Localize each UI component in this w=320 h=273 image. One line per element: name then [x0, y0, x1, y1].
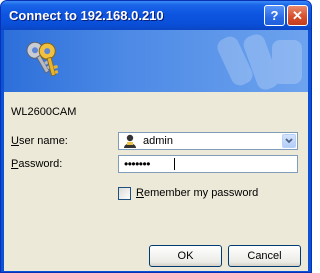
text-caret: [174, 158, 175, 170]
password-field[interactable]: •••••••: [118, 155, 298, 173]
help-button[interactable]: ?: [264, 5, 285, 26]
user-icon: [124, 134, 136, 148]
username-combobox[interactable]: admin: [118, 132, 298, 150]
chevron-down-icon: [285, 138, 293, 144]
remember-password-checkbox[interactable]: [118, 187, 131, 200]
close-button[interactable]: ✕: [287, 5, 308, 26]
username-value[interactable]: admin: [143, 135, 173, 147]
username-label-text: ser name:: [18, 135, 68, 147]
title-bar[interactable]: Connect to 192.168.0.210 ? ✕: [1, 1, 311, 30]
password-mask: •••••••: [124, 157, 150, 171]
cancel-button[interactable]: Cancel: [228, 245, 301, 267]
password-label-text: assword:: [18, 158, 63, 170]
username-label: User name:: [11, 135, 68, 147]
remember-label-text: emember my password: [143, 187, 259, 199]
username-label-accelerator: U: [11, 135, 19, 147]
dialog-title: Connect to 192.168.0.210: [9, 8, 164, 23]
remember-password-label[interactable]: Remember my password: [136, 187, 258, 199]
dialog-body: WL2600CAM User name: admin Password: •••…: [4, 92, 308, 271]
login-dialog: Connect to 192.168.0.210 ? ✕ WL2600CAM U…: [0, 0, 312, 273]
header-banner: [4, 30, 308, 92]
ok-button[interactable]: OK: [149, 245, 222, 267]
server-name: WL2600CAM: [11, 106, 77, 118]
password-label: Password:: [11, 158, 62, 170]
remember-label-accelerator: R: [136, 187, 144, 199]
dropdown-button[interactable]: [282, 134, 296, 148]
keys-icon: [26, 41, 59, 77]
